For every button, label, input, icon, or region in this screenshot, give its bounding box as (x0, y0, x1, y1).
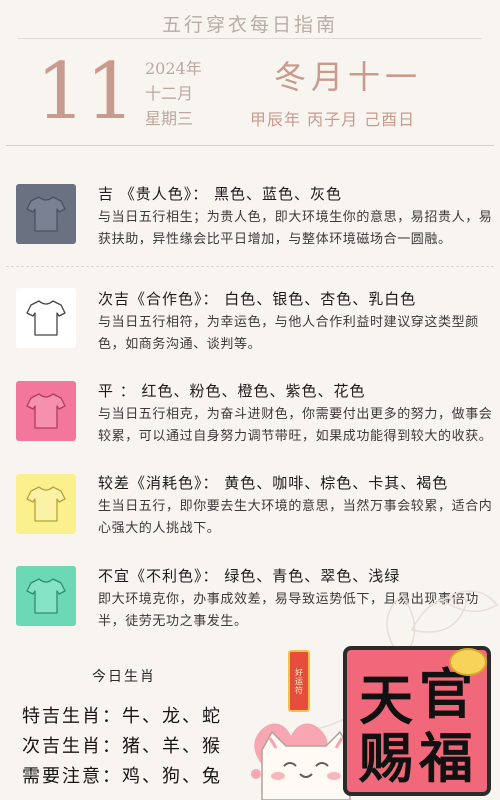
zodiac-title: 今日生肖 (92, 669, 156, 685)
weekday-label: 星期三 (145, 109, 194, 128)
stamp-char: 赐 (359, 727, 413, 790)
title-divider (18, 38, 482, 39)
stamp-char: 福 (419, 727, 473, 790)
color-heading: 平 ： 红色、粉色、橙色、紫色、花色 (98, 382, 366, 400)
row-divider (6, 266, 494, 267)
tshirt-icon (26, 486, 66, 522)
gold-ingot-icon (449, 648, 487, 676)
color-description: 即大环境克你，办事成效差，易导致运势低下，且易出现事倍功半，徒劳无功之事发生。 (98, 592, 479, 629)
color-description: 生当日五行，即你要去生大环境的意思，当然万事会较累，适合内心强大的人挑战下。 (98, 499, 493, 536)
date-column: 2024年 十二月 星期三 (145, 56, 202, 131)
month-label: 十二月 (145, 84, 194, 103)
stamp-char: 天 (359, 669, 413, 732)
color-description: 与当日五行相生；为贵人色，即大环境生你的意思，易招贵人，易获扶助，异性缘会比平日… (98, 210, 493, 247)
page-title: 五行穿衣每日指南 (161, 14, 338, 36)
color-description: 与当日五行相克，为奋斗进财色，你需要付出更多的努力，做事会较累，可以通过自身努力… (98, 407, 493, 444)
shirt-tile (16, 381, 76, 441)
color-description: 与当日五行相符，为幸运色，与他人合作利益时建议穿这类型颜色，如商务沟通、谈判等。 (98, 315, 479, 352)
shirt-tile (16, 566, 76, 626)
color-heading: 不宜《不利色》： 绿色、青色、翠色、浅绿 (98, 567, 401, 585)
zodiac-best: 特吉生肖：牛、龙、蛇 (22, 706, 222, 727)
day-number: 11 (36, 47, 136, 137)
zodiac-caution: 需要注意：鸡、狗、兔 (22, 766, 222, 787)
tshirt-icon (26, 393, 66, 429)
stamp-char: 官 (419, 663, 473, 726)
shirt-tile (16, 288, 76, 348)
tshirt-icon (26, 196, 66, 232)
ganzhi-date: 甲辰年 丙子月 己酉日 (250, 110, 416, 129)
lunar-date: 冬月十一 (274, 58, 423, 96)
zodiac-good: 次吉生肖：猪、羊、猴 (22, 736, 222, 757)
color-heading: 次吉《合作色》： 白色、银色、杏色、乳白色 (98, 290, 417, 308)
lucky-charm: 好运符 (288, 650, 310, 712)
header-divider (6, 145, 494, 146)
color-heading: 较差《消耗色》： 黄色、咖啡、棕色、卡其、褐色 (98, 474, 449, 492)
tshirt-icon (26, 300, 66, 336)
shirt-tile (16, 474, 76, 534)
year-label: 2024年 (145, 59, 202, 78)
tshirt-icon (26, 578, 66, 614)
color-heading: 吉 《贵人色》： 黑色、蓝色、灰色 (98, 185, 343, 203)
shirt-tile (16, 184, 76, 244)
